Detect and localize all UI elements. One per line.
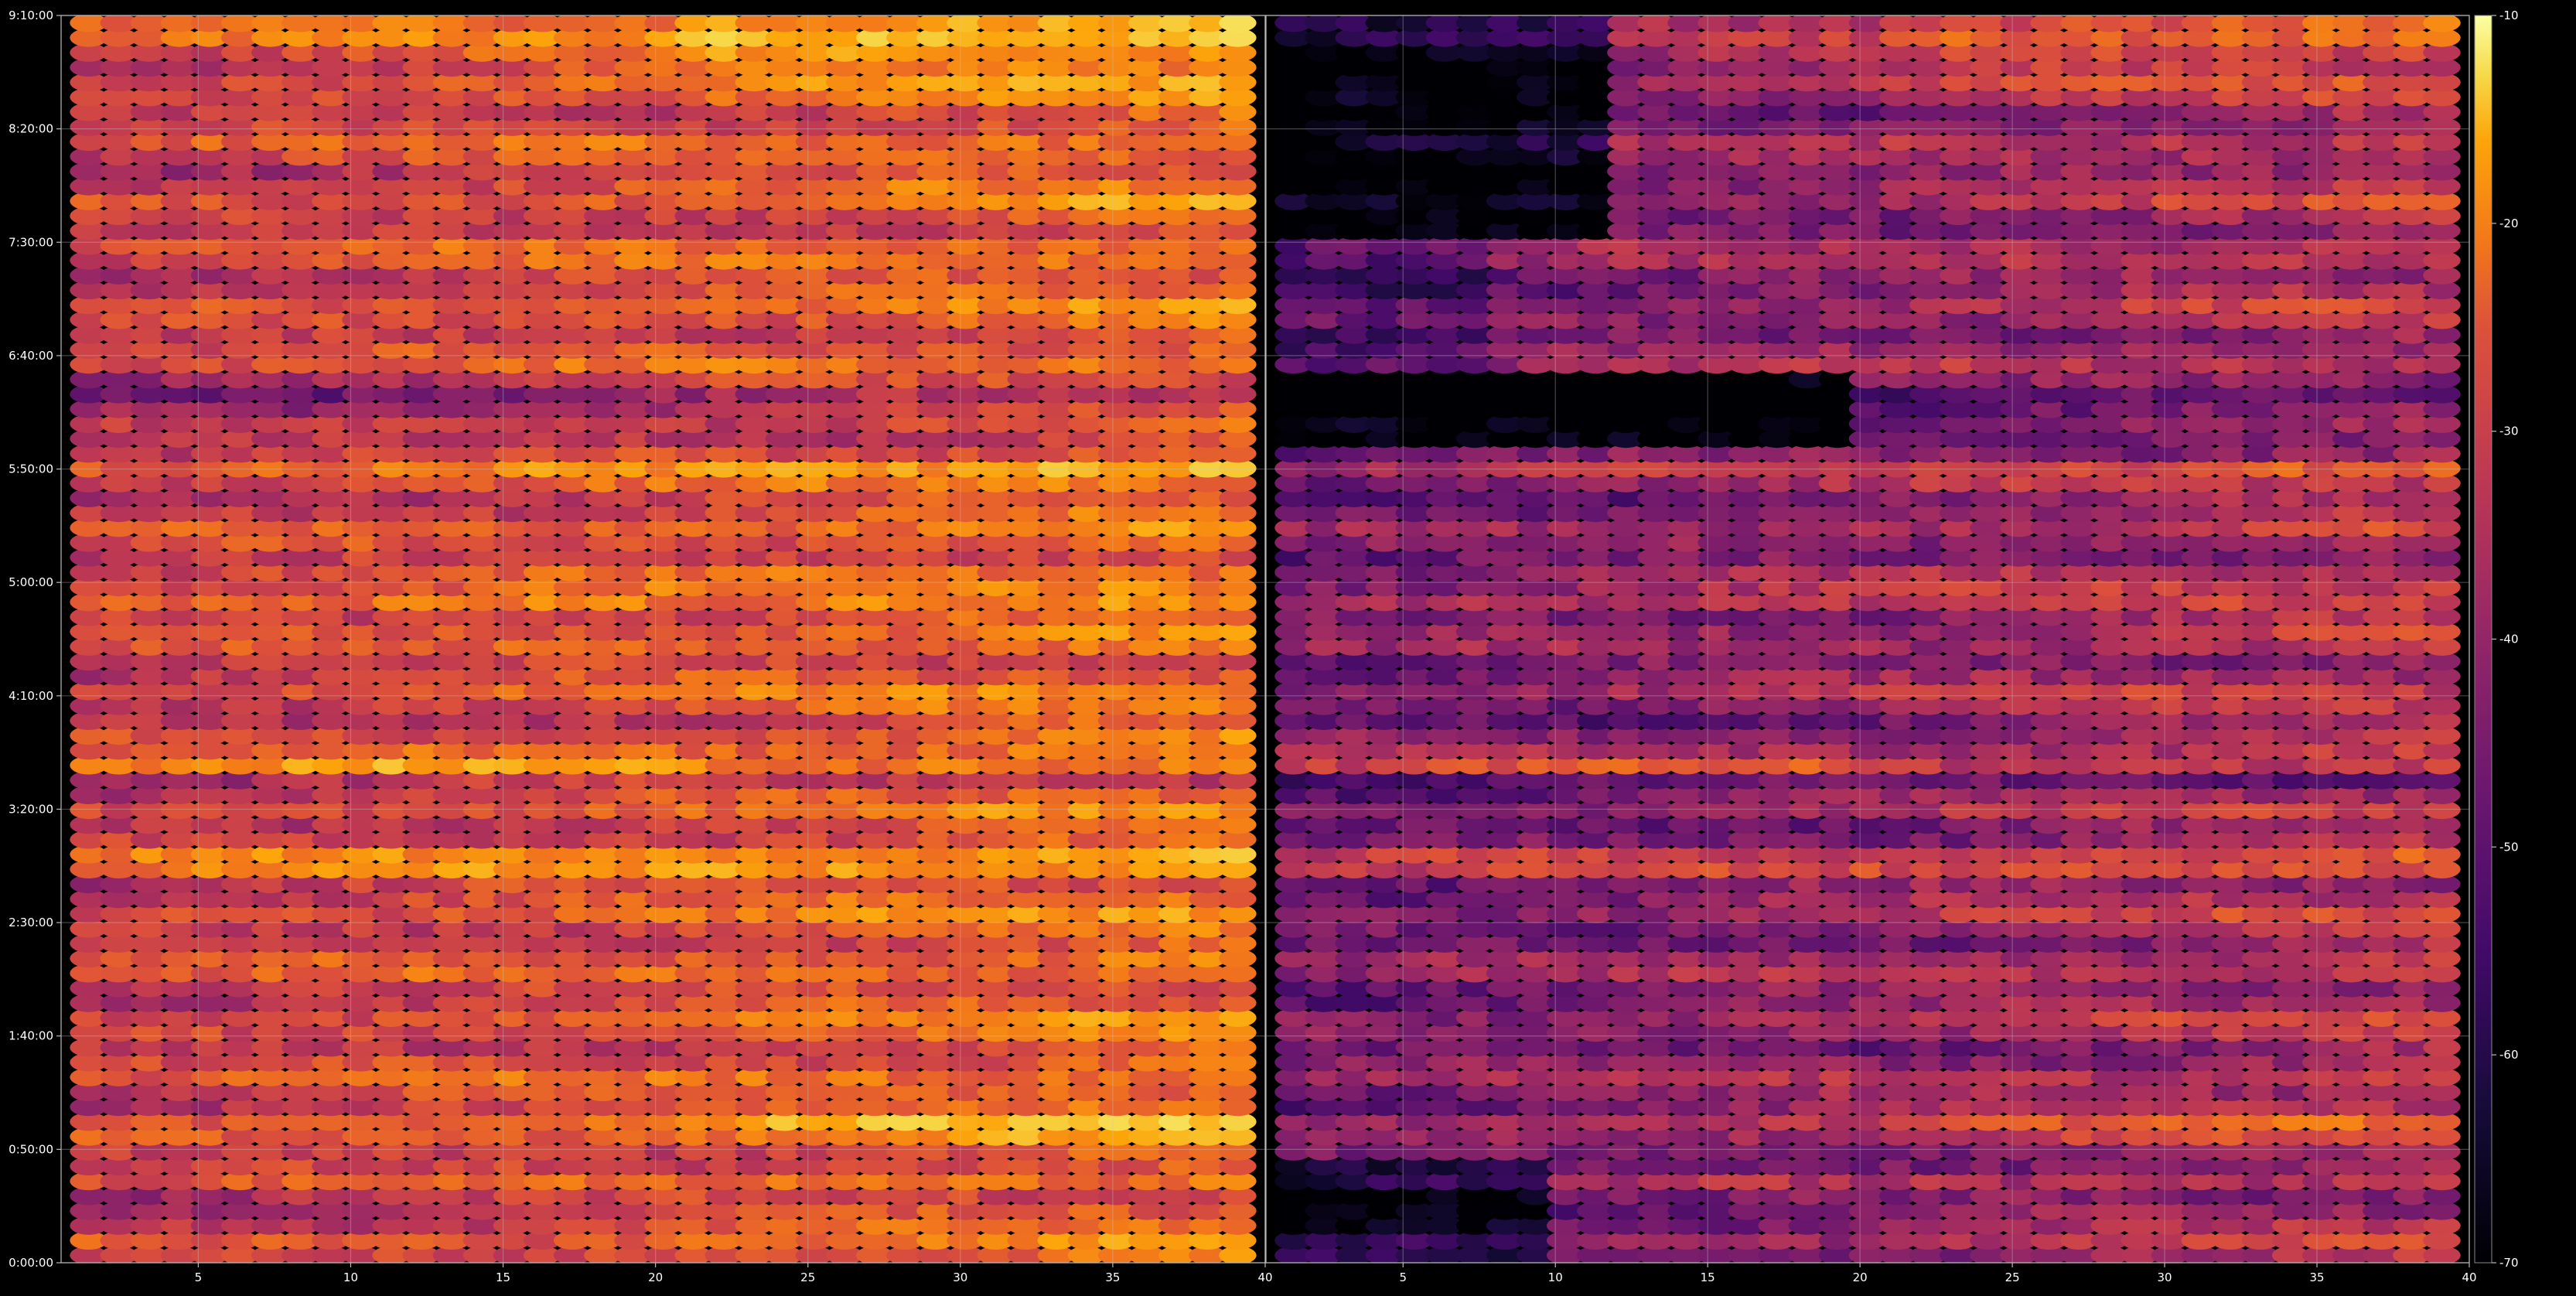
- chart-svg: 5 10 15 20 25 30 35 40 5 10 15 20 25 30 35 400:00:000:5…: [9, 9, 2518, 1284]
- heatmap-cell: [1219, 15, 1257, 32]
- heatmap-panel-right: [1266, 15, 2469, 1263]
- heatmap-chart: 5 10 15 20 25 30 35 40 5 10 15 20 25 30 35 40 0:00:00 0:5…: [0, 0, 2576, 1293]
- heatmap-panel-left: [61, 15, 1265, 1263]
